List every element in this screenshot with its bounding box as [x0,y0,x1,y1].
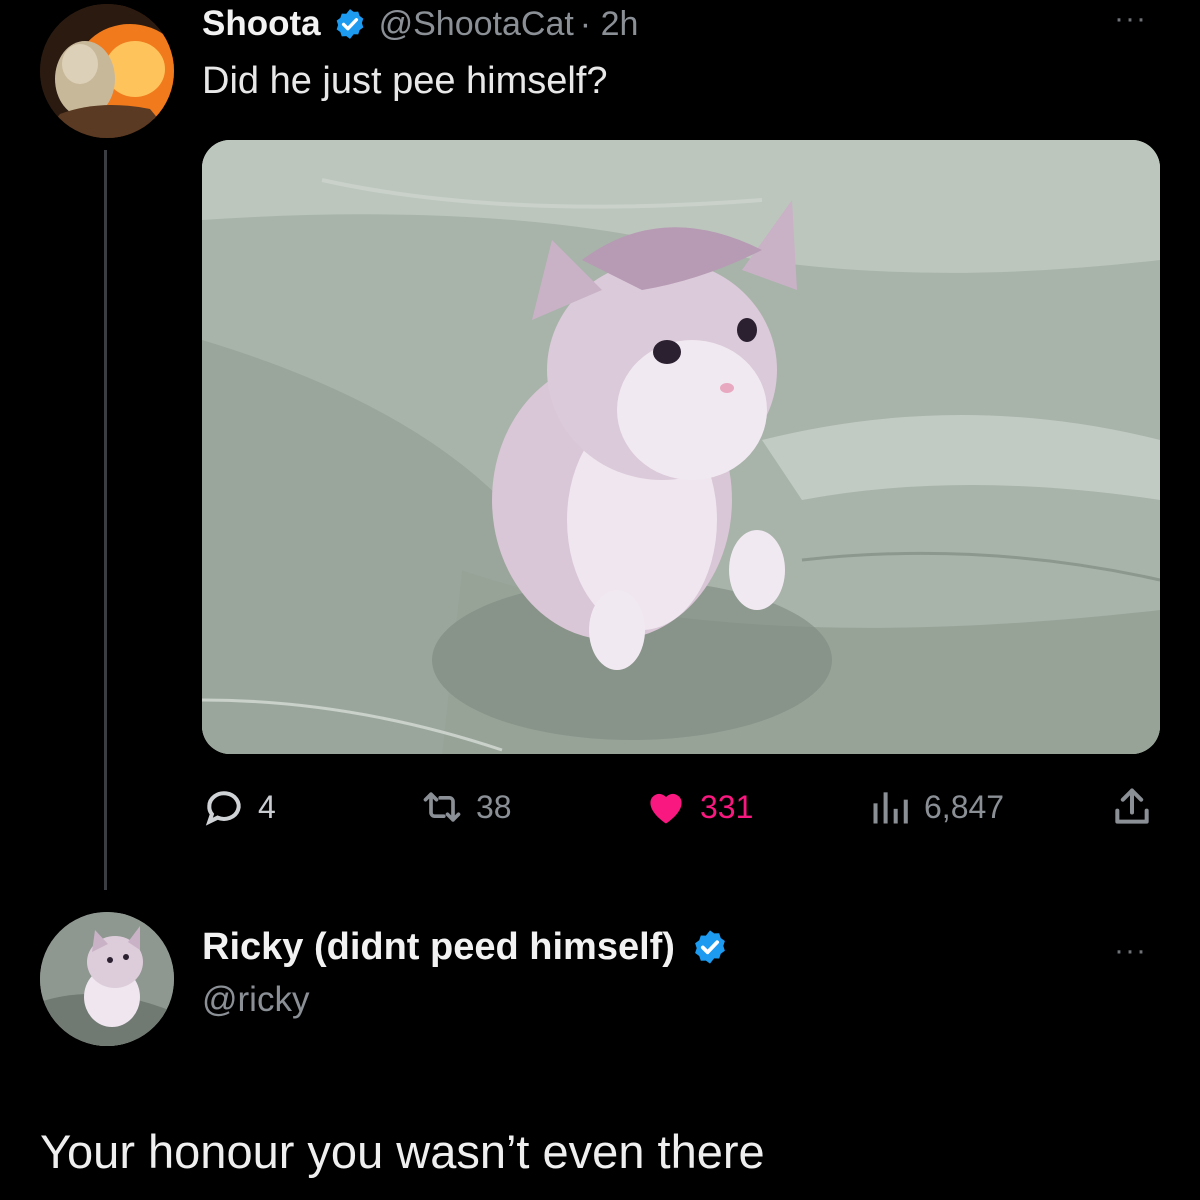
reply-author-handle[interactable]: @ricky [202,980,309,1020]
verified-badge-icon [336,9,363,39]
reply-author-avatar[interactable] [40,912,174,1046]
views-action[interactable]: 6,847 [868,782,1004,832]
views-count: 6,847 [924,788,1005,825]
reply-author-row: Ricky (didnt peed himself) [202,922,741,972]
more-options-icon[interactable]: ··· [1114,2,1147,36]
tweet-media-kitten-photo[interactable] [202,140,1160,754]
reply-author-name[interactable]: Ricky (didnt peed himself) [202,926,675,969]
author-handle[interactable]: @ShootaCat [379,5,574,44]
author-avatar[interactable] [40,4,174,138]
thread-connector-line [104,150,107,890]
tweet-time[interactable]: · 2h [580,5,639,44]
retweet-count: 38 [476,788,512,825]
like-count: 331 [700,788,754,825]
reply-count: 4 [258,788,276,825]
views-bar-chart-icon [873,792,908,824]
retweet-action[interactable]: 38 [420,782,512,832]
tweet-text: Did he just pee himself? [202,60,608,102]
share-upload-icon [1115,788,1149,824]
verified-badge-icon [695,930,725,964]
reply-icon [205,791,241,826]
heart-icon [650,793,682,824]
author-name[interactable]: Shoota [202,4,321,44]
kitten-photo-illustration [202,140,1160,754]
reply-more-options-icon[interactable]: ··· [1114,934,1147,968]
share-action[interactable] [1110,782,1166,832]
like-action[interactable]: 331 [644,782,753,832]
reply-text: Your honour you wasn’t even there [40,1125,765,1178]
reply-action[interactable]: 4 [202,782,276,832]
author-row: Shoota @ShootaCat · 2h [202,2,638,46]
retweet-icon [423,792,461,822]
